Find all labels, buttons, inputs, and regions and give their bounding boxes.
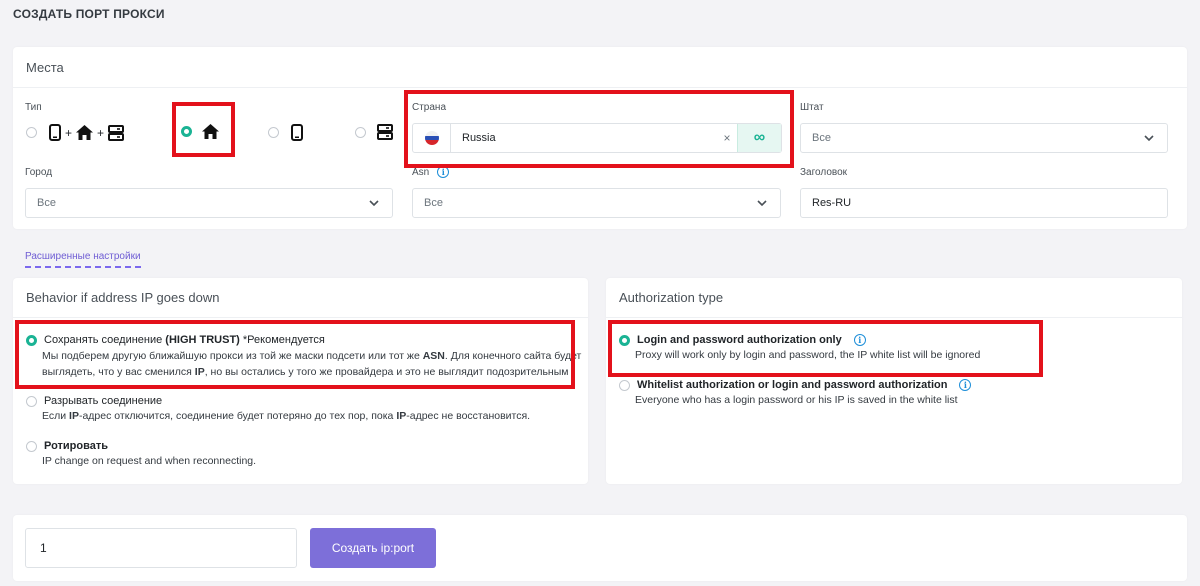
- option-desc: Everyone who has a login password or his…: [635, 394, 958, 406]
- type-radio-all[interactable]: [26, 127, 37, 138]
- auth-card: Authorization type Login and password au…: [606, 278, 1182, 484]
- auth-option-login[interactable]: Login and password authorization only i …: [619, 334, 980, 363]
- city-label: Город: [25, 167, 53, 178]
- auth-radio-login[interactable]: [619, 334, 630, 346]
- desc-text: . Для конечного сайта будет: [444, 350, 582, 362]
- type-radio-mobile[interactable]: [268, 127, 279, 138]
- auth-radio-whitelist[interactable]: [619, 379, 630, 391]
- quantity-input[interactable]: 1: [25, 528, 297, 568]
- country-value: Russia: [462, 132, 496, 144]
- desc-text: -адрес отключится, соединение будет поте…: [78, 410, 397, 422]
- desc-text: -адрес не восстановится.: [406, 410, 531, 422]
- behavior-title: Behavior if address IP goes down: [13, 278, 588, 318]
- house-icon: [76, 125, 94, 140]
- option-title: Login and password authorization only: [637, 334, 842, 346]
- auth-option-whitelist[interactable]: Whitelist authorization or login and pas…: [619, 379, 972, 408]
- state-value: Все: [812, 132, 831, 144]
- plus-sign: +: [65, 125, 73, 140]
- behavior-option-rotate[interactable]: Ротировать IP change on request and when…: [26, 440, 256, 469]
- phone-icon: [291, 124, 303, 141]
- russia-flag-icon: [424, 131, 439, 145]
- desc-text: , но вы остались у того же провайдера и …: [204, 366, 569, 378]
- info-icon[interactable]: i: [959, 379, 972, 391]
- plus-sign: +: [97, 125, 105, 140]
- clear-icon[interactable]: ×: [717, 124, 737, 152]
- places-card: Места Тип + + Страна Russia × ∞ Штат Все…: [13, 47, 1187, 229]
- country-select[interactable]: Russia × ∞: [412, 123, 782, 153]
- option-title-bold: (HIGH TRUST): [165, 334, 240, 346]
- option-title-suffix: *Рекомендуется: [239, 334, 325, 346]
- desc-bold: IP: [69, 410, 79, 422]
- type-label: Тип: [25, 102, 42, 113]
- city-value: Все: [37, 197, 56, 209]
- city-select[interactable]: Все: [25, 188, 393, 218]
- state-label: Штат: [800, 102, 824, 113]
- option-title: Ротировать: [44, 440, 108, 452]
- desc-text: Если: [42, 410, 70, 422]
- create-ip-port-button[interactable]: Создать ip:port: [310, 528, 436, 568]
- country-label: Страна: [412, 102, 447, 113]
- desc-text: выглядеть, что у вас сменился: [42, 366, 195, 378]
- server-icon: [377, 124, 393, 140]
- asn-label-row: Asn i: [412, 166, 450, 178]
- desc-text: Мы подберем другую ближайшую прокси из т…: [42, 350, 423, 362]
- advanced-settings-link[interactable]: Расширенные настройки: [25, 251, 141, 268]
- behavior-card: Behavior if address IP goes down Сохраня…: [13, 278, 588, 484]
- option-desc: IP change on request and when reconnecti…: [42, 455, 257, 467]
- header-input[interactable]: Res-RU: [800, 188, 1168, 218]
- behavior-option-keep[interactable]: Сохранять соединение (HIGH TRUST) *Реком…: [26, 334, 581, 380]
- desc-bold: IP: [194, 366, 205, 378]
- asn-select[interactable]: Все: [412, 188, 781, 218]
- type-radio-residential[interactable]: [181, 126, 192, 137]
- option-desc: Proxy will work only by login and passwo…: [635, 349, 981, 361]
- chevron-down-icon: [369, 200, 379, 207]
- behavior-radio-break[interactable]: [26, 395, 37, 407]
- chevron-down-icon: [757, 200, 767, 207]
- auth-title: Authorization type: [606, 278, 1182, 318]
- places-title: Места: [13, 47, 1187, 88]
- option-title: Разрывать соединение: [44, 395, 163, 407]
- state-select[interactable]: Все: [800, 123, 1168, 153]
- server-icon: [108, 124, 125, 141]
- header-label: Заголовок: [800, 167, 848, 178]
- type-option-residential[interactable]: [181, 124, 219, 139]
- asn-label: Asn: [412, 166, 430, 178]
- info-icon[interactable]: i: [853, 334, 866, 346]
- desc-bold: ASN: [422, 350, 445, 362]
- type-radio-datacenter[interactable]: [355, 126, 366, 138]
- option-title: Сохранять соединение: [44, 334, 166, 346]
- behavior-radio-keep[interactable]: [26, 334, 37, 346]
- footer-card: 1 Создать ip:port: [13, 515, 1187, 581]
- option-title: Whitelist authorization or login and pas…: [637, 379, 948, 391]
- page-title: СОЗДАТЬ ПОРТ ПРОКСИ: [13, 7, 165, 21]
- desc-bold: IP: [396, 410, 407, 422]
- infinity-button[interactable]: ∞: [737, 124, 781, 152]
- phone-icon: [49, 124, 61, 141]
- type-option-mobile[interactable]: [268, 124, 303, 141]
- house-icon: [202, 124, 219, 139]
- header-value: Res-RU: [812, 197, 852, 209]
- info-icon[interactable]: i: [437, 166, 450, 178]
- chevron-down-icon: [1144, 135, 1154, 142]
- behavior-radio-rotate[interactable]: [26, 440, 37, 452]
- type-option-datacenter[interactable]: [355, 124, 393, 140]
- flag-container: [413, 124, 451, 152]
- behavior-option-break[interactable]: Разрывать соединение Если IP-адрес отклю…: [26, 395, 530, 424]
- asn-value: Все: [424, 197, 443, 209]
- type-option-all[interactable]: + +: [26, 124, 125, 141]
